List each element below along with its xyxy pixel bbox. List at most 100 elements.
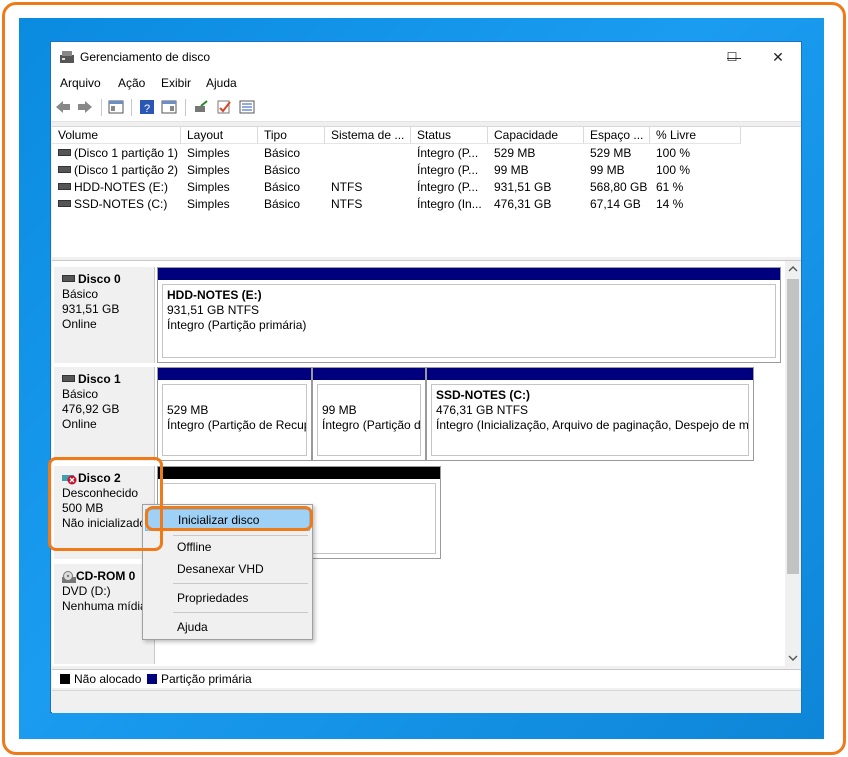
unallocated-swatch xyxy=(60,674,70,684)
partition-body: 529 MB Íntegro (Partição de Recup xyxy=(162,384,307,456)
capacity-cell: 529 MB xyxy=(494,146,536,160)
disk-0-label[interactable]: Disco 0 Básico 931,51 GB Online xyxy=(54,267,155,363)
partition-type-bar xyxy=(158,368,311,380)
toolbar: ? xyxy=(51,94,801,122)
status-bar xyxy=(52,690,801,713)
disk-size: 931,51 GB xyxy=(62,302,120,316)
menu-exibir[interactable]: Exibir xyxy=(161,76,191,90)
menu-ajuda[interactable]: Ajuda xyxy=(206,76,237,90)
column-header-volume[interactable]: Volume xyxy=(52,127,181,144)
disk-size: 476,92 GB xyxy=(62,402,120,416)
maximize-button[interactable]: ☐ xyxy=(709,42,755,72)
partition-type-bar xyxy=(427,368,753,380)
close-button[interactable]: ✕ xyxy=(755,42,801,72)
volume-name: (Disco 1 partição 1) xyxy=(74,146,179,160)
status-cell: Íntegro (P... xyxy=(417,163,479,177)
disk-management-icon xyxy=(60,51,74,63)
menu-arquivo[interactable]: Arquivo xyxy=(60,76,101,90)
scroll-thumb[interactable] xyxy=(787,279,799,574)
vertical-scrollbar[interactable] xyxy=(785,261,801,666)
partition-hdd-notes[interactable]: HDD-NOTES (E:) 931,51 GB NTFS Íntegro (P… xyxy=(157,267,781,363)
capacity-cell: 99 MB xyxy=(494,163,529,177)
filesystem-cell: NTFS xyxy=(331,197,363,211)
menu-item-offline[interactable]: Offline xyxy=(145,536,310,558)
free-percent-cell: 61 % xyxy=(656,180,684,194)
partition-size: 476,31 GB NTFS xyxy=(436,403,529,417)
drive-icon xyxy=(58,166,71,174)
free-space-cell: 67,14 GB xyxy=(590,197,641,211)
partition-body: 99 MB Íntegro (Partição d xyxy=(317,384,421,456)
volume-cell: HDD-NOTES (E:) xyxy=(58,179,180,195)
check-icon[interactable] xyxy=(216,99,232,115)
volume-cell: (Disco 1 partição 2) xyxy=(58,162,180,178)
partition-size: 931,51 GB NTFS xyxy=(167,303,260,317)
primary-partition-swatch xyxy=(147,674,157,684)
filesystem-cell: NTFS xyxy=(331,180,363,194)
properties-icon[interactable] xyxy=(108,99,124,115)
view-icon[interactable] xyxy=(161,99,177,115)
disk-state: Online xyxy=(62,317,97,331)
help-icon[interactable]: ? xyxy=(139,99,155,115)
status-cell: Íntegro (P... xyxy=(417,146,479,160)
back-icon[interactable] xyxy=(55,99,71,115)
disk-type: Básico xyxy=(62,287,99,301)
cdrom-icon xyxy=(62,570,76,583)
volume-list: Volume Layout Tipo Sistema de ... Status… xyxy=(52,126,801,257)
toolbar-separator xyxy=(185,99,186,116)
layout-cell: Simples xyxy=(187,146,230,160)
partition-status: Íntegro (Partição d xyxy=(322,418,421,432)
partition-type-bar xyxy=(313,368,425,380)
drive-icon xyxy=(58,149,71,157)
column-header-status[interactable]: Status xyxy=(411,127,488,144)
capacity-cell: 931,51 GB xyxy=(494,180,552,194)
drive-icon xyxy=(62,375,75,383)
partition-efi[interactable]: 99 MB Íntegro (Partição d xyxy=(312,367,426,461)
disk-state: Nenhuma mídia xyxy=(62,599,147,613)
free-percent-cell: 100 % xyxy=(656,163,691,177)
partition-status: Íntegro (Partição de Recup xyxy=(167,418,307,432)
status-cell: Íntegro (In... xyxy=(417,197,482,211)
disk-name: Disco 1 xyxy=(78,372,121,386)
drive-icon xyxy=(58,183,71,191)
layout-cell: Simples xyxy=(187,163,230,177)
partition-size: 99 MB xyxy=(322,403,357,417)
cdrom-0-label[interactable]: CD-ROM 0 DVD (D:) Nenhuma mídia xyxy=(54,564,155,664)
partition-ssd-notes[interactable]: SSD-NOTES (C:) 476,31 GB NTFS Íntegro (I… xyxy=(426,367,754,461)
layout-cell: Simples xyxy=(187,180,230,194)
legend-unallocated: Não alocado xyxy=(74,672,142,686)
list-icon[interactable] xyxy=(239,99,255,115)
legend: Não alocado Partição primária xyxy=(52,669,801,688)
partition-body: SSD-NOTES (C:) 476,31 GB NTFS Íntegro (I… xyxy=(431,384,749,456)
free-percent-cell: 100 % xyxy=(656,146,691,160)
free-space-cell: 568,80 GB xyxy=(590,180,648,194)
scroll-down-icon[interactable] xyxy=(785,650,801,666)
scroll-up-icon[interactable] xyxy=(785,261,801,277)
column-header-layout[interactable]: Layout xyxy=(181,127,258,144)
volume-cell: (Disco 1 partição 1) xyxy=(58,145,180,161)
menu-separator xyxy=(173,612,308,613)
type-cell: Básico xyxy=(264,180,301,194)
column-header-livre[interactable]: % Livre xyxy=(650,127,741,144)
menu-item-help[interactable]: Ajuda xyxy=(145,616,310,638)
highlight-initialize-disk xyxy=(145,506,313,531)
legend-primary: Partição primária xyxy=(161,672,252,686)
partition-body: HDD-NOTES (E:) 931,51 GB NTFS Íntegro (P… xyxy=(162,284,776,358)
column-header-espaco[interactable]: Espaço ... xyxy=(584,127,650,144)
partition-size: 529 MB xyxy=(167,403,209,417)
menu-acao[interactable]: Ação xyxy=(118,76,145,90)
disk-name: Disco 0 xyxy=(78,272,121,286)
disk-1-label[interactable]: Disco 1 Básico 476,92 GB Online xyxy=(54,367,155,461)
partition-status: Íntegro (Partição primária) xyxy=(167,318,307,332)
toolbar-separator xyxy=(131,99,132,116)
title-bar[interactable]: Gerenciamento de disco — xyxy=(51,42,801,72)
column-header-sistema[interactable]: Sistema de ... xyxy=(325,127,411,144)
type-cell: Básico xyxy=(264,146,301,160)
column-header-tipo[interactable]: Tipo xyxy=(258,127,325,144)
connect-icon[interactable] xyxy=(193,99,209,115)
column-header-capacidade[interactable]: Capacidade xyxy=(488,127,584,144)
menu-item-properties[interactable]: Propriedades xyxy=(145,587,310,609)
menu-item-detach-vhd[interactable]: Desanexar VHD xyxy=(145,558,310,580)
menu-bar: Arquivo Ação Exibir Ajuda xyxy=(51,72,801,94)
partition-recovery[interactable]: 529 MB Íntegro (Partição de Recup xyxy=(157,367,312,461)
forward-icon[interactable] xyxy=(77,99,93,115)
